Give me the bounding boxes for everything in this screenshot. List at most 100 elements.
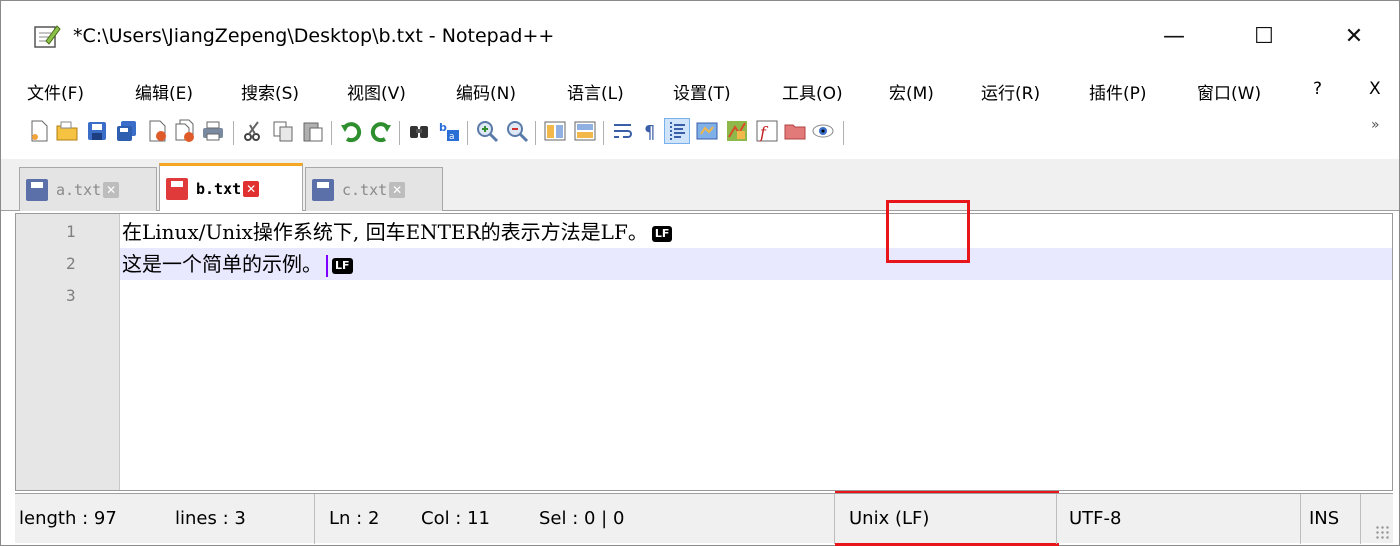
tab-b-txt[interactable]: b.txt ✕ [159, 163, 303, 211]
status-position: Ln : 2 Col : 11 Sel : 0 | 0 [315, 494, 835, 544]
tab-label: c.txt [342, 180, 388, 199]
menu-bar: 文件(F) 编辑(E) 搜索(S) 视图(V) 编码(N) 语言(L) 设置(T… [1, 73, 1399, 109]
status-col: Col : 11 [421, 508, 490, 529]
status-lines: lines : 3 [175, 508, 246, 529]
minimize-button[interactable]: — [1151, 15, 1197, 57]
save-icon[interactable] [85, 119, 109, 143]
print-icon[interactable] [201, 119, 225, 143]
code-line-3[interactable] [120, 280, 1392, 312]
window-title: *C:\Users\JiangZepeng\Desktop\b.txt - No… [73, 25, 555, 47]
tab-a-txt[interactable]: a.txt ✕ [19, 167, 157, 211]
notepadpp-window: *C:\Users\JiangZepeng\Desktop\b.txt - No… [0, 0, 1400, 546]
status-bar: length : 97 lines : 3 Ln : 2 Col : 11 Se… [15, 493, 1393, 544]
tab-close-icon[interactable]: ✕ [389, 181, 406, 198]
line-number-gutter: 1 2 3 [16, 214, 120, 490]
menu-language[interactable]: 语言(L) [567, 79, 624, 104]
tab-label: a.txt [56, 180, 102, 199]
zoom-in-icon[interactable] [475, 119, 499, 143]
word-wrap-icon[interactable] [611, 119, 635, 143]
status-length: length : 97 [19, 508, 117, 529]
text-caret [326, 254, 328, 277]
folder-workspace-icon[interactable] [783, 119, 807, 143]
tab-save-state-icon [312, 178, 334, 201]
menu-file[interactable]: 文件(F) [27, 79, 84, 104]
new-file-icon[interactable] [27, 119, 51, 143]
editor-pane[interactable]: 1 2 3 在Linux/Unix操作系统下, 回车ENTER的表示方法是LF。… [15, 213, 1393, 491]
maximize-button[interactable]: ☐ [1241, 15, 1287, 57]
svg-text:a: a [449, 132, 455, 142]
svg-text:b: b [439, 121, 447, 134]
status-eol-format[interactable]: Unix (LF) [835, 494, 1057, 544]
paste-icon[interactable] [301, 119, 325, 143]
toolbar-separator [535, 121, 536, 145]
indent-guide-icon[interactable] [664, 118, 690, 144]
svg-text:¶: ¶ [644, 122, 655, 143]
save-all-icon[interactable] [115, 119, 139, 143]
resize-grip-icon[interactable] [1375, 525, 1389, 539]
status-mode-label: INS [1309, 508, 1340, 529]
status-mode[interactable]: INS [1301, 494, 1361, 544]
function-list-icon[interactable]: f [755, 119, 779, 143]
undo-icon[interactable] [339, 119, 363, 143]
doc-map-icon[interactable] [725, 119, 749, 143]
menu-encoding[interactable]: 编码(N) [456, 79, 516, 104]
close-all-icon[interactable] [173, 119, 197, 143]
menu-tools[interactable]: 工具(O) [782, 79, 843, 104]
toolbar-overflow-chevron-icon[interactable]: » [1371, 117, 1380, 133]
tab-label: b.txt [196, 179, 242, 198]
toolbar-separator [467, 121, 468, 145]
tab-save-state-icon [166, 177, 188, 200]
user-lang-icon[interactable] [695, 119, 719, 143]
line-text: 这是一个简单的示例。 [122, 252, 322, 276]
status-sel: Sel : 0 | 0 [539, 508, 625, 529]
line-number: 1 [66, 222, 76, 241]
toolbar-separator [233, 121, 234, 145]
tab-close-icon[interactable]: ✕ [243, 180, 260, 197]
tab-save-state-icon [26, 178, 48, 201]
menu-macro[interactable]: 宏(M) [889, 79, 934, 104]
menu-window[interactable]: 窗口(W) [1197, 79, 1261, 104]
toolbar: ba ¶ f » [1, 111, 1399, 155]
code-line-2[interactable]: 这是一个简单的示例。 LF [120, 248, 1392, 280]
zoom-out-icon[interactable] [505, 119, 529, 143]
close-icon[interactable] [145, 119, 169, 143]
toolbar-separator [603, 121, 604, 145]
menu-help[interactable]: ? [1313, 79, 1322, 99]
code-line-1[interactable]: 在Linux/Unix操作系统下, 回车ENTER的表示方法是LF。 LF [120, 216, 1392, 248]
copy-icon[interactable] [271, 119, 295, 143]
eol-lf-marker: LF [651, 225, 673, 242]
status-eol-label: Unix (LF) [849, 508, 930, 529]
cut-icon[interactable] [241, 119, 265, 143]
menu-edit[interactable]: 编辑(E) [135, 79, 193, 104]
monitor-icon[interactable] [811, 119, 835, 143]
code-area[interactable]: 在Linux/Unix操作系统下, 回车ENTER的表示方法是LF。 LF 这是一… [120, 214, 1392, 490]
menu-run[interactable]: 运行(R) [981, 79, 1040, 104]
close-window-button[interactable]: ✕ [1331, 15, 1377, 57]
menu-search[interactable]: 搜索(S) [241, 79, 299, 104]
tab-c-txt[interactable]: c.txt ✕ [305, 167, 443, 211]
open-file-icon[interactable] [55, 119, 79, 143]
tab-bar: a.txt ✕ b.txt ✕ c.txt ✕ [1, 159, 1399, 211]
show-all-chars-icon[interactable]: ¶ [639, 119, 663, 143]
status-doc-info: length : 97 lines : 3 [15, 494, 315, 544]
status-encoding[interactable]: UTF-8 [1057, 494, 1301, 544]
menu-view[interactable]: 视图(V) [347, 79, 406, 104]
line-text: 在Linux/Unix操作系统下, 回车ENTER的表示方法是LF。 [122, 220, 648, 244]
menu-plugins[interactable]: 插件(P) [1089, 79, 1147, 104]
toolbar-separator [331, 121, 332, 145]
eol-lf-marker: LF [332, 257, 353, 274]
replace-icon[interactable]: ba [437, 119, 461, 143]
menu-close-doc[interactable]: X [1369, 79, 1381, 99]
menu-settings[interactable]: 设置(T) [673, 79, 731, 104]
find-icon[interactable] [407, 119, 431, 143]
annotation-box-lf-marker [886, 200, 970, 263]
status-encoding-label: UTF-8 [1069, 508, 1122, 529]
sync-horizontal-icon[interactable] [573, 119, 597, 143]
redo-icon[interactable] [369, 119, 393, 143]
toolbar-separator [399, 121, 400, 145]
tab-close-icon[interactable]: ✕ [103, 181, 120, 198]
title-bar: *C:\Users\JiangZepeng\Desktop\b.txt - No… [1, 1, 1399, 71]
sync-vertical-icon[interactable] [543, 119, 567, 143]
toolbar-separator [843, 121, 844, 145]
notepadpp-app-icon [34, 25, 61, 48]
